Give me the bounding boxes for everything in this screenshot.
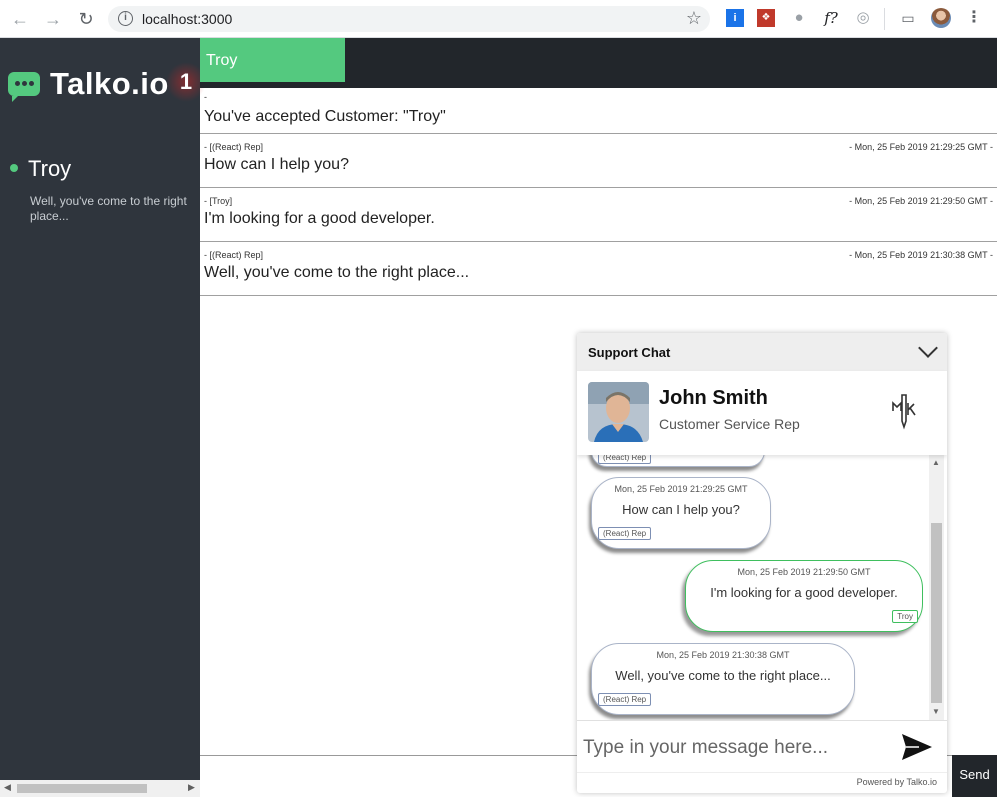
cast-icon[interactable]: ▭ [899, 9, 917, 27]
extension-circle-icon[interactable]: ● [790, 9, 808, 27]
send-icon[interactable] [901, 733, 933, 761]
sidebar: Talko.io 1 Troy Well, you've come to the… [0, 38, 206, 797]
forward-icon[interactable]: → [43, 9, 63, 29]
agent-card: John Smith Customer Service Rep [577, 371, 947, 455]
address-bar[interactable]: i localhost:3000 ☆ [108, 6, 710, 32]
bubble-time: Mon, 25 Feb 2019 21:29:50 GMT [737, 567, 871, 577]
message-sender: - [204, 92, 207, 102]
chat-bubble-icon [8, 72, 40, 102]
vertical-scrollbar[interactable]: ▲ ▼ [929, 455, 944, 720]
message-text: I'm looking for a good developer. [204, 210, 435, 227]
message-row: - [(React) Rep] - Mon, 25 Feb 2019 21:29… [200, 134, 997, 188]
bubble-sender: (React) Rep [598, 527, 652, 540]
scroll-down-icon[interactable]: ▼ [932, 707, 940, 716]
widget-title: Support Chat [588, 345, 671, 360]
bubble-text: I'm looking for a good developer. [710, 585, 898, 600]
message-time: - Mon, 25 Feb 2019 21:30:38 GMT - [849, 250, 993, 260]
scroll-right-icon[interactable]: ▶ [188, 782, 195, 793]
bubble-time: Mon, 25 Feb 2019 21:30:38 GMT [656, 650, 790, 660]
agent-name: John Smith [659, 387, 768, 409]
message-row: - You've accepted Customer: "Troy" [200, 88, 997, 134]
send-button[interactable]: Send [952, 755, 997, 797]
extension-target-icon[interactable]: ◎ [854, 9, 872, 27]
bubble-sender: Troy [892, 610, 918, 623]
message-time: - Mon, 25 Feb 2019 21:29:50 GMT - [849, 196, 993, 206]
contact-preview: Well, you've come to the right place... [30, 194, 187, 223]
message-text: Well, you've come to the right place... [204, 264, 470, 281]
extension-formula-icon[interactable]: f? [822, 9, 840, 27]
online-status-icon [10, 164, 18, 172]
url-text[interactable]: localhost:3000 [142, 11, 232, 27]
powered-by-text: Powered by Talko.io [856, 777, 937, 787]
message-text: You've accepted Customer: "Troy" [204, 108, 446, 125]
bubble-text: Well, you've come to the right place... [615, 668, 831, 683]
logo: Talko.io [8, 64, 169, 104]
chat-bubble-partial: (React) Rep [591, 455, 765, 467]
support-chat-widget: Support Chat John Smith Customer Service… [577, 333, 947, 793]
profile-icon[interactable] [931, 8, 951, 28]
message-input-placeholder[interactable]: Type in your message here... [583, 737, 828, 759]
chat-bubble: Mon, 25 Feb 2019 21:29:25 GMT How can I … [591, 477, 771, 549]
message-text: How can I help you? [204, 156, 349, 173]
chat-bubble-own: Mon, 25 Feb 2019 21:29:50 GMT I'm lookin… [685, 560, 923, 632]
star-icon[interactable]: ☆ [686, 8, 702, 29]
scroll-left-icon[interactable]: ◀ [4, 782, 11, 793]
extension-info-icon[interactable]: i [726, 9, 744, 27]
chevron-down-icon[interactable] [918, 338, 938, 358]
horizontal-scrollbar[interactable]: ◀ ▶ [0, 780, 200, 797]
bubble-sender: (React) Rep [598, 693, 652, 706]
tab-troy[interactable]: Troy [200, 38, 345, 82]
widget-message-area[interactable]: (React) Rep Mon, 25 Feb 2019 21:29:25 GM… [577, 455, 947, 720]
contact-name: Troy [28, 156, 72, 181]
scrollbar-thumb[interactable] [17, 784, 147, 793]
message-row: - [Troy] - Mon, 25 Feb 2019 21:29:50 GMT… [200, 188, 997, 242]
message-row: - [(React) Rep] - Mon, 25 Feb 2019 21:30… [200, 242, 997, 296]
scrollbar-thumb[interactable] [931, 523, 942, 703]
bubble-text: How can I help you? [622, 502, 740, 517]
back-icon[interactable]: ← [10, 9, 30, 29]
message-list: - You've accepted Customer: "Troy" - [(R… [200, 88, 997, 296]
pen-logo-icon [892, 394, 916, 430]
menu-icon[interactable]: ⋮ [965, 9, 983, 27]
browser-toolbar: ← → ↻ i localhost:3000 ☆ i ❖ ● f? ◎ ▭ ⋮ [0, 0, 997, 38]
bubble-time: Mon, 25 Feb 2019 21:29:25 GMT [614, 484, 748, 494]
widget-footer: Powered by Talko.io [577, 772, 947, 793]
widget-header[interactable]: Support Chat [577, 333, 947, 371]
widget-message-input[interactable]: Type in your message here... [577, 720, 947, 772]
conversation-tabs: Troy [200, 38, 997, 88]
toolbar-divider [884, 8, 885, 30]
agent-role: Customer Service Rep [659, 416, 800, 432]
message-time: - Mon, 25 Feb 2019 21:29:25 GMT - [849, 142, 993, 152]
reload-icon[interactable]: ↻ [76, 9, 96, 29]
info-icon[interactable]: i [118, 11, 133, 26]
extension-puzzle-icon[interactable]: ❖ [757, 9, 775, 27]
logo-text: Talko.io [50, 66, 169, 101]
agent-avatar [588, 382, 649, 442]
bubble-sender: (React) Rep [598, 455, 652, 464]
chat-bubble: Mon, 25 Feb 2019 21:30:38 GMT Well, you'… [591, 643, 855, 715]
scroll-up-icon[interactable]: ▲ [932, 458, 940, 467]
